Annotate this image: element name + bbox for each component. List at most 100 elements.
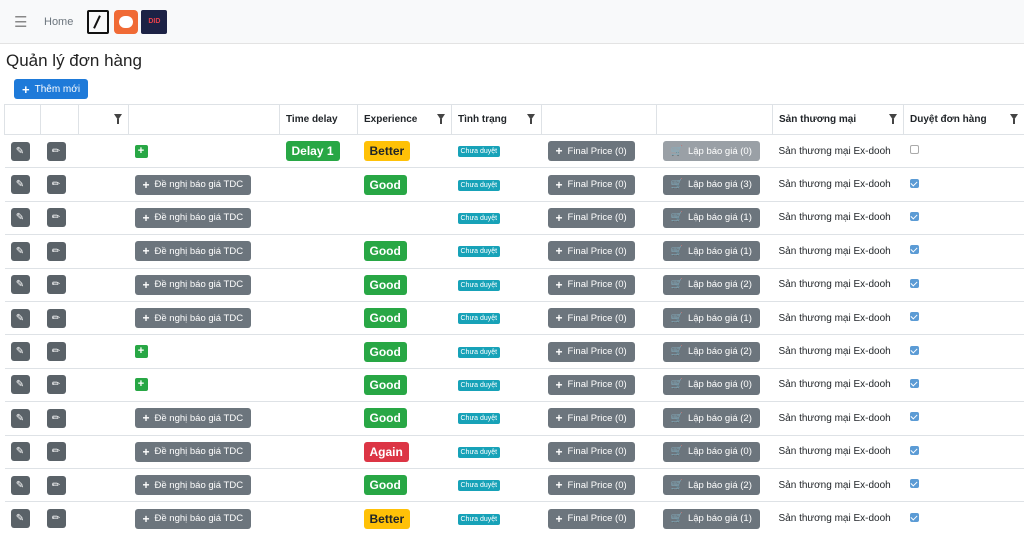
hamburger-icon[interactable]: ☰ — [14, 13, 28, 31]
create-quote-button[interactable]: 🛒 Lập báo giá (0) — [662, 441, 760, 462]
pencil-icon[interactable]: ✏ — [46, 509, 66, 529]
add-icon[interactable]: + — [134, 345, 148, 359]
propose-quote-button[interactable]: + Đề nghị báo giá TDC — [134, 508, 252, 529]
approve-checkbox[interactable] — [909, 145, 919, 155]
create-quote-button[interactable]: 🛒 Lập báo giá (1) — [662, 241, 760, 262]
approve-checkbox[interactable] — [909, 312, 919, 322]
create-quote-button[interactable]: 🛒 Lập báo giá (2) — [662, 408, 760, 429]
table-row: ✎ ✏ + Đề nghị báo giá TDC Chưa duyệt + Final P… — [4, 200, 1024, 235]
final-price-button[interactable]: + Final Price (0) — [547, 441, 635, 462]
edit-icon[interactable]: ✎ — [10, 141, 30, 161]
cell-approve — [903, 467, 1024, 502]
pencil-icon[interactable]: ✏ — [46, 141, 66, 161]
final-price-button[interactable]: + Final Price (0) — [547, 308, 635, 329]
create-quote-button[interactable]: 🛒 Lập báo giá (0) — [662, 141, 760, 162]
cell-empty — [78, 434, 129, 469]
add-new-button[interactable]: + Thêm mới — [14, 79, 89, 99]
create-quote-button[interactable]: 🛒 Lập báo giá (1) — [662, 308, 760, 329]
propose-quote-button[interactable]: + Đề nghị báo giá TDC — [134, 475, 252, 496]
plus-icon: + — [555, 177, 563, 192]
pencil-icon[interactable]: ✏ — [46, 275, 66, 295]
logo-pencil-icon[interactable] — [87, 9, 110, 34]
create-quote-label: Lập báo giá (2) — [687, 279, 752, 291]
propose-quote-button[interactable]: + Đề nghị báo giá TDC — [134, 241, 252, 262]
col-header-quote — [656, 104, 773, 135]
final-price-button[interactable]: + Final Price (0) — [547, 341, 635, 362]
col-header-approve: Duyệt đơn hàng — [903, 104, 1024, 135]
approve-checkbox[interactable] — [909, 412, 919, 422]
propose-quote-button[interactable]: + Đề nghị báo giá TDC — [134, 441, 252, 462]
propose-quote-button[interactable]: + Đề nghị báo giá TDC — [134, 174, 252, 195]
approve-checkbox[interactable] — [909, 178, 919, 188]
pencil-icon[interactable]: ✏ — [46, 442, 66, 462]
filter-icon[interactable] — [437, 114, 445, 124]
final-price-button[interactable]: + Final Price (0) — [547, 475, 635, 496]
logo-chat-icon[interactable] — [114, 9, 139, 34]
final-price-button[interactable]: + Final Price (0) — [547, 274, 635, 295]
cell-propose: + Đề nghị báo giá TDC — [128, 267, 280, 302]
edit-icon[interactable]: ✎ — [10, 241, 30, 261]
pencil-icon[interactable]: ✏ — [46, 208, 66, 228]
approve-checkbox[interactable] — [909, 278, 919, 288]
approve-checkbox[interactable] — [909, 479, 919, 489]
final-price-button[interactable]: + Final Price (0) — [547, 508, 635, 529]
propose-quote-button[interactable]: + Đề nghị báo giá TDC — [134, 207, 252, 228]
edit-icon[interactable]: ✎ — [10, 275, 30, 295]
create-quote-button[interactable]: 🛒 Lập báo giá (1) — [662, 207, 760, 228]
propose-quote-button[interactable]: + Đề nghị báo giá TDC — [134, 408, 252, 429]
edit-icon[interactable]: ✎ — [10, 342, 30, 362]
create-quote-button[interactable]: 🛒 Lập báo giá (2) — [662, 274, 760, 295]
create-quote-button[interactable]: 🛒 Lập báo giá (2) — [662, 475, 760, 496]
cell-shop: Sản thương mại Ex-dooh — [772, 300, 904, 335]
table-row: ✎ ✏ + Đề nghị báo giá TDC Good Chưa duyệt + Fin… — [4, 234, 1024, 269]
cell-approve — [903, 334, 1024, 369]
filter-icon[interactable] — [527, 114, 535, 124]
pencil-icon[interactable]: ✏ — [46, 342, 66, 362]
pencil-icon[interactable]: ✏ — [46, 475, 66, 495]
logo-did[interactable]: DID — [141, 9, 168, 34]
approve-checkbox[interactable] — [909, 245, 919, 255]
pencil-icon[interactable]: ✏ — [46, 241, 66, 261]
edit-icon[interactable]: ✎ — [10, 375, 30, 395]
filter-icon[interactable] — [889, 114, 897, 124]
cell-time-delay — [279, 467, 358, 502]
filter-icon[interactable] — [1010, 114, 1018, 124]
create-quote-button[interactable]: 🛒 Lập báo giá (0) — [662, 374, 760, 395]
add-icon[interactable]: + — [134, 378, 148, 392]
create-quote-button[interactable]: 🛒 Lập báo giá (1) — [662, 508, 760, 529]
add-icon[interactable]: + — [134, 144, 148, 158]
final-price-button[interactable]: + Final Price (0) — [547, 374, 635, 395]
cell-final-price: + Final Price (0) — [541, 367, 657, 402]
cell-quote: 🛒 Lập báo giá (1) — [656, 234, 773, 269]
edit-icon[interactable]: ✎ — [10, 308, 30, 328]
edit-icon[interactable]: ✎ — [10, 475, 30, 495]
pencil-icon[interactable]: ✏ — [46, 308, 66, 328]
create-quote-button[interactable]: 🛒 Lập báo giá (2) — [662, 341, 760, 362]
pencil-icon[interactable]: ✏ — [46, 408, 66, 428]
propose-quote-button[interactable]: + Đề nghị báo giá TDC — [134, 308, 252, 329]
final-price-button[interactable]: + Final Price (0) — [547, 207, 635, 228]
approve-checkbox[interactable] — [909, 345, 919, 355]
final-price-button[interactable]: + Final Price (0) — [547, 241, 635, 262]
approve-checkbox[interactable] — [909, 211, 919, 221]
edit-icon[interactable]: ✎ — [10, 408, 30, 428]
approve-checkbox[interactable] — [909, 378, 919, 388]
approve-checkbox[interactable] — [909, 445, 919, 455]
final-price-button[interactable]: + Final Price (0) — [547, 408, 635, 429]
edit-icon[interactable]: ✎ — [10, 175, 30, 195]
edit-icon[interactable]: ✎ — [10, 208, 30, 228]
filter-icon[interactable] — [114, 114, 122, 124]
table-row: ✎ ✏ + Good Chưa duyệt + Final Price (0) 🛒 Lập bá… — [4, 334, 1024, 369]
final-price-button[interactable]: + Final Price (0) — [547, 141, 635, 162]
propose-quote-button[interactable]: + Đề nghị báo giá TDC — [134, 274, 252, 295]
create-quote-button[interactable]: 🛒 Lập báo giá (3) — [662, 174, 760, 195]
home-link[interactable]: Home — [44, 16, 73, 28]
cart-icon: 🛒 — [670, 513, 683, 525]
pencil-icon[interactable]: ✏ — [46, 375, 66, 395]
cell-final-price: + Final Price (0) — [541, 334, 657, 369]
final-price-button[interactable]: + Final Price (0) — [547, 174, 635, 195]
approve-checkbox[interactable] — [909, 512, 919, 522]
edit-icon[interactable]: ✎ — [10, 509, 30, 529]
pencil-icon[interactable]: ✏ — [46, 175, 66, 195]
edit-icon[interactable]: ✎ — [10, 442, 30, 462]
